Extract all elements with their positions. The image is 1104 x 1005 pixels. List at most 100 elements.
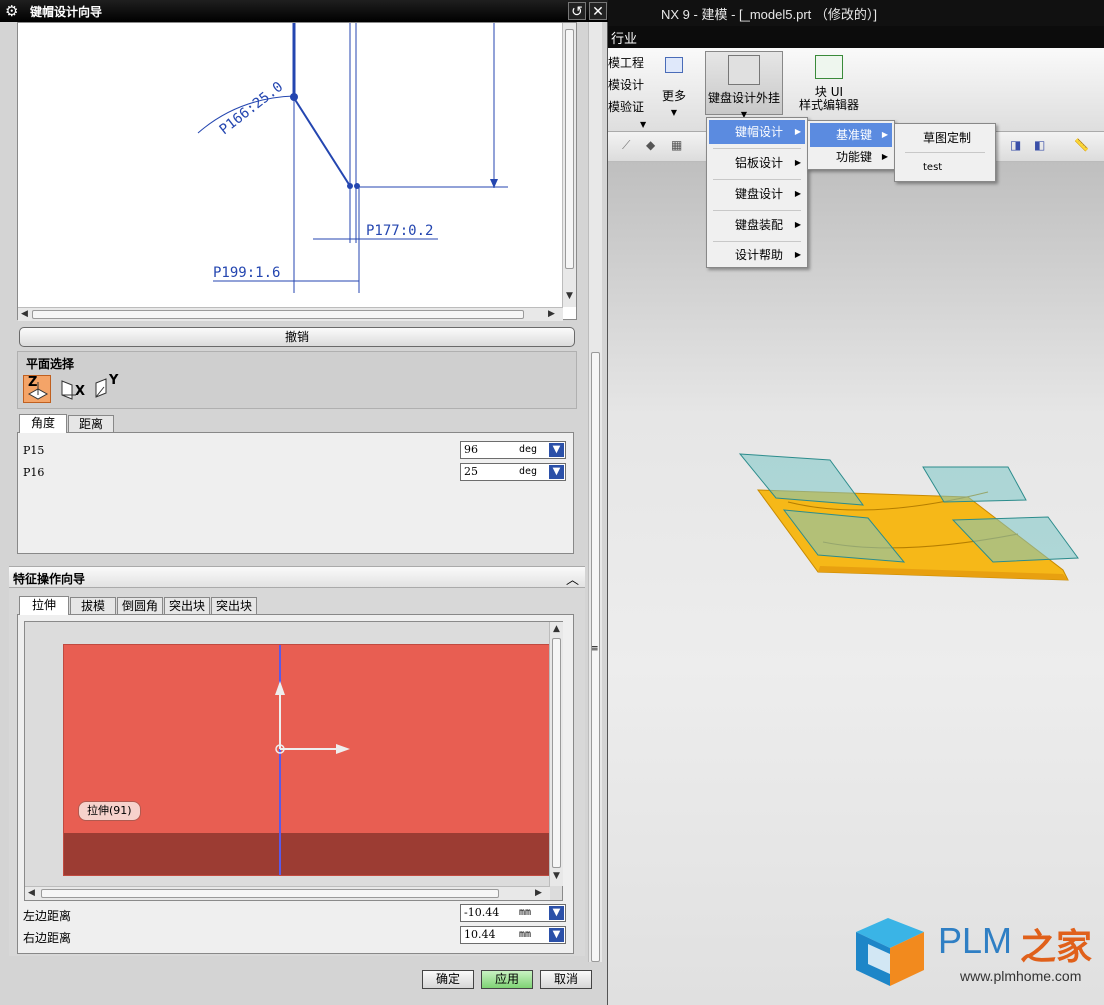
- nx-title-bar[interactable]: NX 9 - 建模 - [_model5.prt （修改的）]: [608, 0, 1104, 26]
- more-icon: [665, 57, 683, 73]
- ok-button[interactable]: 确定: [422, 970, 474, 989]
- param-unit-p16: deg: [519, 466, 538, 477]
- tab-angle[interactable]: 角度: [19, 414, 67, 433]
- menu-item-standard-key[interactable]: 基准键 ▶: [810, 123, 892, 147]
- view-cube-icon[interactable]: ◨: [1010, 138, 1021, 152]
- sketch-label-p199: P199:1.6: [213, 265, 280, 281]
- param-field-p16[interactable]: 25 deg ▼: [460, 463, 566, 481]
- menu-item-keyboard-assembly[interactable]: 键盘装配 ▶: [709, 213, 805, 237]
- plane-x-icon[interactable]: X: [56, 375, 85, 403]
- dialog-scrollbar[interactable]: [588, 22, 602, 962]
- sketch-vscroll-thumb[interactable]: [565, 29, 574, 269]
- menu-item-test[interactable]: test: [897, 156, 993, 180]
- dialog-scroll-thumb[interactable]: [591, 352, 600, 962]
- right-distance-value: 10.44: [464, 928, 496, 941]
- scroll-down-arrow-icon[interactable]: ▼: [566, 291, 573, 301]
- menu-item-keyboard-assembly-label: 键盘装配: [735, 218, 784, 232]
- reset-icon[interactable]: ↺: [568, 2, 586, 20]
- dropdown-arrow-icon[interactable]: ▼: [549, 443, 564, 457]
- plane-select-title: 平面选择: [26, 357, 75, 371]
- measure-icon[interactable]: 📏: [1074, 138, 1089, 152]
- shaded-tool-icon[interactable]: ◆: [646, 138, 655, 152]
- apply-button[interactable]: 应用: [481, 970, 533, 989]
- sketch-viewer[interactable]: P166:25.0 P177:0.2 P199:1.6 ▼ ◀ ▶: [17, 22, 577, 321]
- keyboard-plugin-button[interactable]: 键盘设计外挂 ▼: [705, 51, 783, 119]
- left-distance-field[interactable]: -10.44 mm ▼: [460, 904, 566, 922]
- tab-distance[interactable]: 距离: [68, 415, 114, 433]
- feature-section-header[interactable]: 特征操作向导 ︿: [9, 566, 585, 588]
- scroll-left-arrow-icon[interactable]: ◀: [21, 309, 28, 319]
- plane-y-icon[interactable]: Y: [90, 373, 118, 403]
- ribbon-more-button[interactable]: 更多 ▼: [654, 53, 694, 119]
- tab-boss-1[interactable]: 突出块: [164, 597, 210, 615]
- preview-hscroll-thumb[interactable]: [41, 889, 499, 898]
- right-distance-unit: mm: [519, 929, 532, 940]
- undo-button[interactable]: 撤销: [19, 327, 575, 347]
- preview-vscroll[interactable]: ▲ ▼: [549, 622, 563, 886]
- scroll-right-arrow-icon[interactable]: ▶: [535, 888, 542, 898]
- tab-extrude[interactable]: 拉伸: [19, 596, 69, 615]
- menu-separator: [713, 179, 801, 180]
- submenu-arrow-icon: ▶: [881, 152, 888, 161]
- keycap-design-dialog: ⚙ 键帽设计向导 ↺ ✕ ≡ P166:25.0 P177:0.2 P199:1…: [0, 0, 608, 1005]
- extrude-feature-tag[interactable]: 拉伸(91): [78, 801, 141, 821]
- tab-draft[interactable]: 拔模: [70, 597, 116, 615]
- view-side-icon[interactable]: ◧: [1034, 138, 1045, 152]
- scroll-up-arrow-icon[interactable]: ▲: [553, 624, 560, 634]
- graphics-viewport[interactable]: PLM 之家 www.plmhome.com: [608, 162, 1104, 1005]
- dropdown-arrow-icon[interactable]: ▼: [549, 906, 564, 920]
- menu-item-aluminum-plate-design[interactable]: 铝板设计 ▶: [709, 151, 805, 175]
- dropdown-arrow-icon[interactable]: ▼: [549, 928, 564, 942]
- grid-tool-icon[interactable]: ▦: [671, 138, 682, 152]
- watermark-url: www.plmhome.com: [960, 968, 1082, 984]
- tab-fillet[interactable]: 倒圆角: [117, 597, 163, 615]
- nx-main-window: NX 9 - 建模 - [_model5.prt （修改的）] 行业 模工程 模…: [608, 0, 1104, 1005]
- param-label-p15: P15: [23, 444, 45, 457]
- submenu-arrow-icon: ▶: [794, 127, 801, 136]
- ribbon-item-mold-validation[interactable]: 模验证: [608, 98, 644, 115]
- dialog-title: 键帽设计向导: [30, 5, 103, 19]
- menu-item-function-key[interactable]: 功能键 ▶: [810, 145, 892, 169]
- param-field-p15[interactable]: 96 deg ▼: [460, 441, 566, 459]
- sketch-hscroll-thumb[interactable]: [32, 310, 524, 319]
- ribbon-dropdown-icon[interactable]: ▼: [640, 120, 646, 129]
- sketch-vscroll[interactable]: ▼: [562, 23, 576, 307]
- plane-z-icon[interactable]: Z: [23, 375, 51, 403]
- menu-item-keycap-design[interactable]: 键帽设计 ▶: [709, 120, 805, 144]
- block-ui-styler-button[interactable]: 块 UI 样式编辑器: [792, 53, 866, 115]
- scroll-down-arrow-icon[interactable]: ▼: [553, 871, 560, 881]
- close-icon[interactable]: ✕: [589, 2, 607, 20]
- menu-item-keyboard-design[interactable]: 键盘设计 ▶: [709, 182, 805, 206]
- sketch-hscroll[interactable]: ◀ ▶: [18, 307, 563, 321]
- submenu-arrow-icon: ▶: [794, 158, 801, 167]
- ribbon-item-mold-design[interactable]: 模设计: [608, 76, 644, 93]
- keyboard-plugin-icon: [728, 55, 760, 85]
- scroll-grip-icon: ≡: [591, 644, 599, 654]
- line-tool-icon[interactable]: ⟋: [622, 138, 630, 153]
- extrude-preview-viewer[interactable]: 拉伸(91) ▲ ▼ ◀ ▶: [24, 621, 563, 901]
- scroll-right-arrow-icon[interactable]: ▶: [548, 309, 555, 319]
- watermark-brand: PLM: [938, 920, 1013, 961]
- standard-key-submenu: 草图定制 test: [894, 123, 996, 182]
- tab-boss-2[interactable]: 突出块: [211, 597, 257, 615]
- collapse-chevron-icon[interactable]: ︿: [566, 569, 579, 588]
- menu-item-sketch-customize-label: 草图定制: [923, 131, 972, 145]
- preview-vscroll-thumb[interactable]: [552, 638, 561, 868]
- menu-industry[interactable]: 行业: [611, 28, 637, 47]
- dialog-title-bar[interactable]: ⚙ 键帽设计向导 ↺ ✕: [0, 0, 608, 22]
- dropdown-arrow-icon[interactable]: ▼: [549, 465, 564, 479]
- param-label-p16: P16: [23, 466, 45, 479]
- preview-hscroll[interactable]: ◀ ▶: [25, 886, 550, 900]
- menu-item-aluminum-plate-design-label: 铝板设计: [735, 156, 784, 170]
- sketch-drawing: P166:25.0 P177:0.2 P199:1.6: [197, 23, 508, 293]
- ribbon-item-mold-engineering[interactable]: 模工程: [608, 54, 644, 71]
- menu-item-design-help[interactable]: 设计帮助 ▶: [709, 243, 805, 267]
- right-distance-field[interactable]: 10.44 mm ▼: [460, 926, 566, 944]
- cancel-button[interactable]: 取消: [540, 970, 592, 989]
- menu-item-sketch-customize[interactable]: 草图定制: [897, 126, 993, 150]
- gear-icon[interactable]: ⚙: [5, 2, 18, 20]
- scroll-left-arrow-icon[interactable]: ◀: [28, 888, 35, 898]
- chevron-down-icon: ▼: [670, 108, 678, 117]
- param-unit-p15: deg: [519, 444, 538, 455]
- feature-group: 拉伸 拔模 倒圆角 突出块 突出块 拉伸(91) ▲ ▼ ◀ ▶ 左边距离 -1…: [9, 588, 585, 956]
